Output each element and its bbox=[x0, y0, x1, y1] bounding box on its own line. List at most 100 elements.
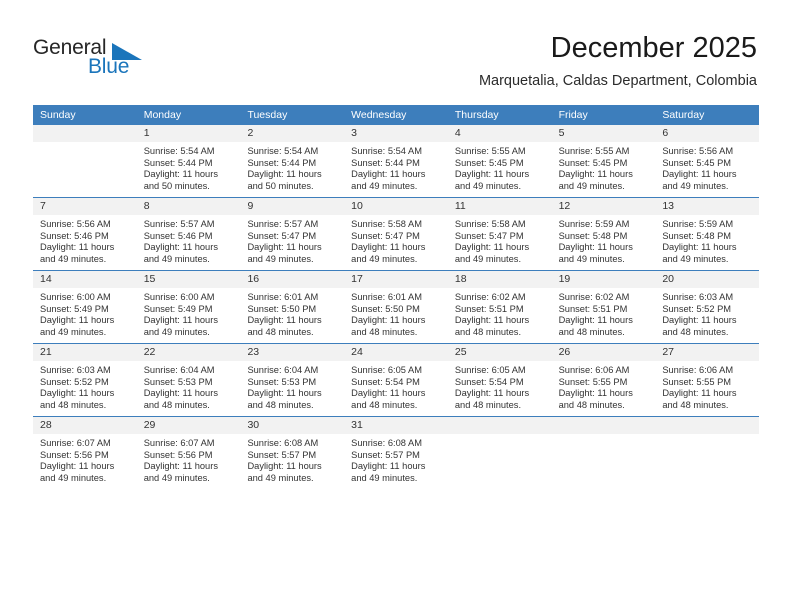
calendar-day-cell[interactable]: 8 Sunrise: 5:57 AM Sunset: 5:46 PM Daylight… bbox=[136, 198, 241, 270]
general-blue-logo[interactable]: General Blue bbox=[33, 36, 173, 84]
day-number: 22 bbox=[136, 344, 241, 361]
day-detail-line: Sunrise: 6:02 AM bbox=[558, 292, 630, 302]
day-detail-line: Sunset: 5:46 PM bbox=[143, 230, 213, 241]
day-detail-line: Sunrise: 6:06 AM bbox=[558, 365, 630, 375]
calendar-day-cell[interactable]: 26 Sunrise: 6:06 AM Sunset: 5:55 PM Dayligh… bbox=[551, 344, 656, 416]
calendar-day-cell[interactable]: 30 Sunrise: 6:08 AM Sunset: 5:57 PM Dayligh… bbox=[240, 417, 345, 489]
calendar-day-cell[interactable]: 10 Sunrise: 5:58 AM Sunset: 5:47 PM Dayligh… bbox=[344, 198, 448, 270]
day-detail-line: Sunset: 5:50 PM bbox=[247, 303, 317, 314]
day-detail-line: Sunrise: 5:55 AM bbox=[454, 146, 526, 156]
day-detail-line: Sunset: 5:46 PM bbox=[40, 230, 109, 241]
calendar-day-cell[interactable]: 12 Sunrise: 5:59 AM Sunset: 5:48 PM Dayligh… bbox=[551, 198, 656, 270]
calendar-day-cell[interactable]: 14 Sunrise: 6:00 AM Sunset: 5:49 PM Dayligh… bbox=[33, 271, 137, 343]
page-subtitle: Marquetalia, Caldas Department, Colombia bbox=[478, 73, 757, 89]
day-details: Sunrise: 5:55 AM Sunset: 5:45 PM Daylight:… bbox=[448, 142, 552, 197]
day-details: Sunrise: 6:01 AM Sunset: 5:50 PM Daylight:… bbox=[344, 288, 448, 343]
day-detail-line: Sunset: 5:47 PM bbox=[247, 230, 317, 241]
day-detail-line: Sunrise: 6:04 AM bbox=[143, 365, 215, 375]
calendar-day-cell[interactable]: 11 Sunrise: 5:58 AM Sunset: 5:47 PM Dayligh… bbox=[447, 198, 552, 270]
day-detail-line: and 50 minutes. bbox=[247, 180, 314, 191]
day-detail-line: and 48 minutes. bbox=[143, 399, 210, 410]
day-detail-line: Daylight: 11 hours bbox=[143, 388, 218, 399]
day-detail-line: and 49 minutes. bbox=[143, 253, 210, 264]
day-detail-line: Sunset: 5:56 PM bbox=[40, 449, 109, 460]
calendar-day-cell[interactable]: 29 Sunrise: 6:07 AM Sunset: 5:56 PM Dayligh… bbox=[136, 417, 241, 489]
day-number: 2 bbox=[240, 125, 345, 142]
day-number: 5 bbox=[551, 125, 656, 142]
day-details: Sunrise: 5:54 AM Sunset: 5:44 PM Daylight:… bbox=[137, 142, 241, 197]
day-detail-line: and 49 minutes. bbox=[558, 253, 625, 264]
day-detail-line: Sunset: 5:54 PM bbox=[351, 376, 420, 387]
calendar-day-cell[interactable]: 19 Sunrise: 6:02 AM Sunset: 5:51 PM Dayligh… bbox=[551, 271, 656, 343]
calendar-day-cell[interactable]: 23 Sunrise: 6:04 AM Sunset: 5:53 PM Dayligh… bbox=[240, 344, 345, 416]
day-number: 28 bbox=[33, 417, 137, 434]
day-number: 18 bbox=[447, 271, 552, 288]
day-details: Sunrise: 6:08 AM Sunset: 5:57 PM Daylight:… bbox=[240, 434, 344, 489]
day-detail-line: Sunrise: 6:00 AM bbox=[143, 292, 215, 302]
day-detail-line: Sunrise: 5:54 AM bbox=[143, 146, 215, 156]
day-details bbox=[448, 434, 552, 489]
day-number: 21 bbox=[33, 344, 137, 361]
calendar-day-cell[interactable]: 4 Sunrise: 5:55 AM Sunset: 5:45 PM Daylight… bbox=[447, 125, 552, 197]
calendar-day-cell[interactable]: 17 Sunrise: 6:01 AM Sunset: 5:50 PM Dayligh… bbox=[344, 271, 448, 343]
calendar-day-cell[interactable]: 24 Sunrise: 6:05 AM Sunset: 5:54 PM Dayligh… bbox=[344, 344, 448, 416]
day-number: 16 bbox=[240, 271, 345, 288]
day-detail-line: Sunrise: 6:03 AM bbox=[662, 292, 734, 302]
calendar-day-cell[interactable]: 1 Sunrise: 5:54 AM Sunset: 5:44 PM Daylight… bbox=[136, 125, 241, 197]
calendar-day-cell[interactable]: 7 Sunrise: 5:56 AM Sunset: 5:46 PM Daylight… bbox=[33, 198, 137, 270]
day-detail-line: Sunrise: 6:02 AM bbox=[454, 292, 526, 302]
calendar-day-cell[interactable]: 16 Sunrise: 6:01 AM Sunset: 5:50 PM Dayligh… bbox=[240, 271, 345, 343]
day-detail-line: Sunrise: 6:01 AM bbox=[247, 292, 319, 302]
day-detail-line: Daylight: 11 hours bbox=[454, 315, 530, 326]
day-detail-line: and 48 minutes. bbox=[558, 399, 625, 410]
day-detail-line: Daylight: 11 hours bbox=[247, 388, 322, 399]
calendar-day-cell[interactable]: 13 Sunrise: 5:59 AM Sunset: 5:48 PM Dayligh… bbox=[655, 198, 760, 270]
calendar-page: General Blue December 2025 Marquetalia, … bbox=[0, 0, 792, 612]
calendar-week-row: 28 Sunrise: 6:07 AM Sunset: 5:56 PM Dayligh… bbox=[33, 416, 760, 489]
day-number bbox=[655, 417, 760, 434]
day-details: Sunrise: 6:00 AM Sunset: 5:49 PM Daylight:… bbox=[33, 288, 137, 343]
calendar-day-cell[interactable]: 15 Sunrise: 6:00 AM Sunset: 5:49 PM Dayligh… bbox=[136, 271, 241, 343]
calendar-day-cell[interactable]: 18 Sunrise: 6:02 AM Sunset: 5:51 PM Dayligh… bbox=[447, 271, 552, 343]
day-detail-line: Daylight: 11 hours bbox=[247, 242, 322, 253]
day-detail-line: and 49 minutes. bbox=[454, 180, 522, 191]
day-detail-line: Sunrise: 6:06 AM bbox=[662, 365, 734, 375]
day-detail-line: Daylight: 11 hours bbox=[143, 315, 218, 326]
day-details: Sunrise: 6:04 AM Sunset: 5:53 PM Daylight:… bbox=[137, 361, 241, 416]
calendar-day-cell[interactable]: 27 Sunrise: 6:06 AM Sunset: 5:55 PM Dayligh… bbox=[655, 344, 760, 416]
day-number: 17 bbox=[344, 271, 448, 288]
day-detail-line: and 49 minutes. bbox=[351, 253, 418, 264]
calendar-day-cell[interactable]: 28 Sunrise: 6:07 AM Sunset: 5:56 PM Dayligh… bbox=[33, 417, 137, 489]
day-detail-line: and 48 minutes. bbox=[40, 399, 107, 410]
calendar-day-cell[interactable]: 31 Sunrise: 6:08 AM Sunset: 5:57 PM Dayligh… bbox=[344, 417, 448, 489]
day-number: 13 bbox=[655, 198, 760, 215]
calendar-day-cell[interactable]: 22 Sunrise: 6:04 AM Sunset: 5:53 PM Dayligh… bbox=[136, 344, 241, 416]
calendar-day-empty bbox=[551, 417, 656, 489]
day-detail-line: Sunset: 5:49 PM bbox=[40, 303, 109, 314]
day-detail-line: Sunrise: 6:05 AM bbox=[351, 365, 422, 375]
calendar-day-cell[interactable]: 3 Sunrise: 5:54 AM Sunset: 5:44 PM Daylight… bbox=[344, 125, 448, 197]
day-detail-line: Sunset: 5:48 PM bbox=[558, 230, 628, 241]
day-detail-line: and 48 minutes. bbox=[454, 326, 522, 337]
day-details: Sunrise: 6:03 AM Sunset: 5:52 PM Daylight:… bbox=[655, 288, 759, 343]
calendar-day-cell[interactable]: 5 Sunrise: 5:55 AM Sunset: 5:45 PM Daylight… bbox=[551, 125, 656, 197]
calendar-day-cell[interactable]: 21 Sunrise: 6:03 AM Sunset: 5:52 PM Dayligh… bbox=[33, 344, 137, 416]
calendar-week-row: 1 Sunrise: 5:54 AM Sunset: 5:44 PM Daylight… bbox=[33, 125, 760, 197]
day-detail-line: and 49 minutes. bbox=[454, 253, 522, 264]
day-detail-line: and 49 minutes. bbox=[40, 253, 107, 264]
day-detail-line: Sunrise: 5:57 AM bbox=[247, 219, 319, 229]
day-detail-line: and 48 minutes. bbox=[662, 399, 729, 410]
day-detail-line: Sunset: 5:48 PM bbox=[662, 230, 732, 241]
day-details: Sunrise: 5:54 AM Sunset: 5:44 PM Daylight:… bbox=[344, 142, 448, 197]
weekday-header-monday: Monday bbox=[143, 109, 182, 121]
day-detail-line: and 49 minutes. bbox=[351, 180, 418, 191]
calendar-day-cell[interactable]: 9 Sunrise: 5:57 AM Sunset: 5:47 PM Daylight… bbox=[240, 198, 345, 270]
calendar-day-cell[interactable]: 25 Sunrise: 6:05 AM Sunset: 5:54 PM Dayligh… bbox=[447, 344, 552, 416]
calendar-weeks: 1 Sunrise: 5:54 AM Sunset: 5:44 PM Daylight… bbox=[33, 125, 760, 489]
day-number: 9 bbox=[240, 198, 345, 215]
day-detail-line: Daylight: 11 hours bbox=[40, 461, 115, 472]
calendar-day-cell[interactable]: 20 Sunrise: 6:03 AM Sunset: 5:52 PM Dayligh… bbox=[655, 271, 760, 343]
calendar-day-cell[interactable]: 2 Sunrise: 5:54 AM Sunset: 5:44 PM Daylight… bbox=[240, 125, 345, 197]
day-detail-line: and 48 minutes. bbox=[454, 399, 522, 410]
calendar-day-cell[interactable]: 6 Sunrise: 5:56 AM Sunset: 5:45 PM Daylight… bbox=[655, 125, 760, 197]
